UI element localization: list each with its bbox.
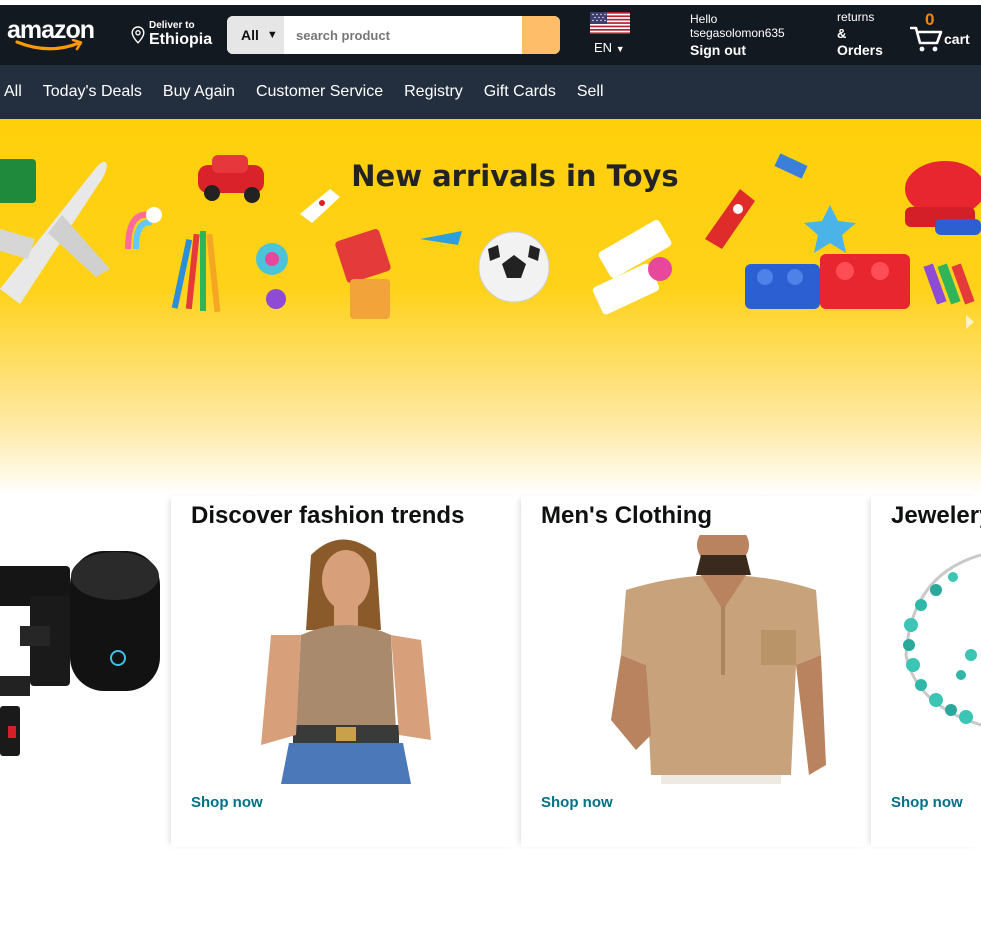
chevron-down-icon: ▼ — [266, 29, 278, 41]
account-username: tsegasolomon635 — [690, 26, 785, 40]
cart-icon — [910, 26, 943, 52]
sign-out-link[interactable]: Sign out — [690, 40, 785, 60]
hero-title: New arrivals in Toys — [351, 159, 679, 193]
camera-product-image — [0, 551, 160, 756]
toy-blocks — [335, 229, 391, 319]
nav-item-customer-service[interactable]: Customer Service — [256, 83, 383, 101]
search-bar: All ▼ — [227, 16, 560, 54]
nav-item-sell[interactable]: Sell — [577, 83, 604, 101]
nav-item-buy-again[interactable]: Buy Again — [163, 83, 235, 101]
amazon-logo[interactable]: amazon — [7, 17, 95, 53]
us-flag-icon — [590, 12, 630, 34]
product-card-camera[interactable] — [0, 496, 170, 847]
language-selector[interactable]: EN ▼ — [590, 12, 632, 58]
hero-banner[interactable]: New arrivals in Toys — [0, 119, 981, 496]
nav-item-all[interactable]: All — [4, 83, 22, 101]
product-cards: Discover fashion trends Shop now Men's C… — [0, 496, 981, 847]
toy-pencils — [171, 231, 221, 313]
account-menu[interactable]: Hello tsegasolomon635 Sign out — [690, 12, 785, 60]
chevron-down-icon: ▼ — [615, 44, 625, 54]
shop-now-link[interactable]: Shop now — [891, 794, 963, 811]
logo-smile-icon — [15, 39, 83, 51]
toys-illustration — [0, 153, 981, 319]
location-pin-icon — [131, 26, 145, 44]
fashion-product-image — [191, 535, 501, 784]
main-nav: All Today's Deals Buy Again Customer Ser… — [0, 65, 981, 119]
search-input[interactable] — [284, 16, 522, 54]
toy-star — [804, 205, 856, 253]
search-button[interactable] — [522, 16, 560, 54]
toy-dominoes — [592, 219, 672, 315]
search-category-select[interactable]: All ▼ — [227, 16, 284, 54]
returns-orders[interactable]: returns & Orders — [837, 10, 897, 59]
card-title: Men's Clothing — [541, 502, 713, 529]
nav-item-todays-deals[interactable]: Today's Deals — [43, 83, 142, 101]
card-title: Jewelery — [891, 502, 981, 529]
toy-rainbow — [125, 207, 162, 250]
cart-label: cart — [944, 31, 970, 47]
account-greeting: Hello — [690, 12, 718, 26]
toy-lego — [745, 254, 910, 309]
orders-label: Orders — [837, 42, 883, 58]
returns-ampersand: & — [837, 26, 847, 41]
necklace-illustration — [891, 535, 981, 784]
site-header: amazon Deliver to Ethiopia All ▼ search … — [0, 5, 981, 65]
shop-now-link[interactable]: Shop now — [191, 794, 263, 811]
deliver-label: Deliver to — [149, 20, 195, 31]
shop-now-link[interactable]: Shop now — [541, 794, 613, 811]
product-card-fashion[interactable]: Discover fashion trends Shop now — [171, 496, 520, 847]
toy-rocket-red — [705, 189, 755, 249]
product-card-mens-clothing[interactable]: Men's Clothing Shop now — [521, 496, 870, 847]
carousel-next-arrow[interactable] — [966, 315, 974, 329]
language-code: EN — [594, 40, 613, 55]
toy-crayons — [923, 263, 975, 305]
toy-flower — [256, 243, 288, 309]
language-label: EN ▼ — [594, 40, 625, 55]
toy-small-plane — [420, 231, 462, 245]
card-title: Discover fashion trends — [191, 502, 465, 529]
toy-rocket-small — [300, 189, 340, 223]
returns-label: returns — [837, 10, 875, 24]
toy-soccer-ball — [478, 231, 550, 303]
search-category-label: All — [241, 27, 259, 43]
jewelery-product-image — [891, 535, 981, 784]
deliver-location: Ethiopia — [149, 31, 213, 48]
mens-clothing-product-image — [541, 535, 851, 784]
fashion-figure-illustration — [191, 535, 501, 784]
mens-shirt-illustration — [541, 535, 851, 784]
nav-item-registry[interactable]: Registry — [404, 83, 463, 101]
cart-button[interactable]: 0 cart — [910, 10, 976, 58]
nav-item-gift-cards[interactable]: Gift Cards — [484, 83, 556, 101]
product-card-jewelery[interactable]: Jewelery Shop now — [871, 496, 981, 847]
